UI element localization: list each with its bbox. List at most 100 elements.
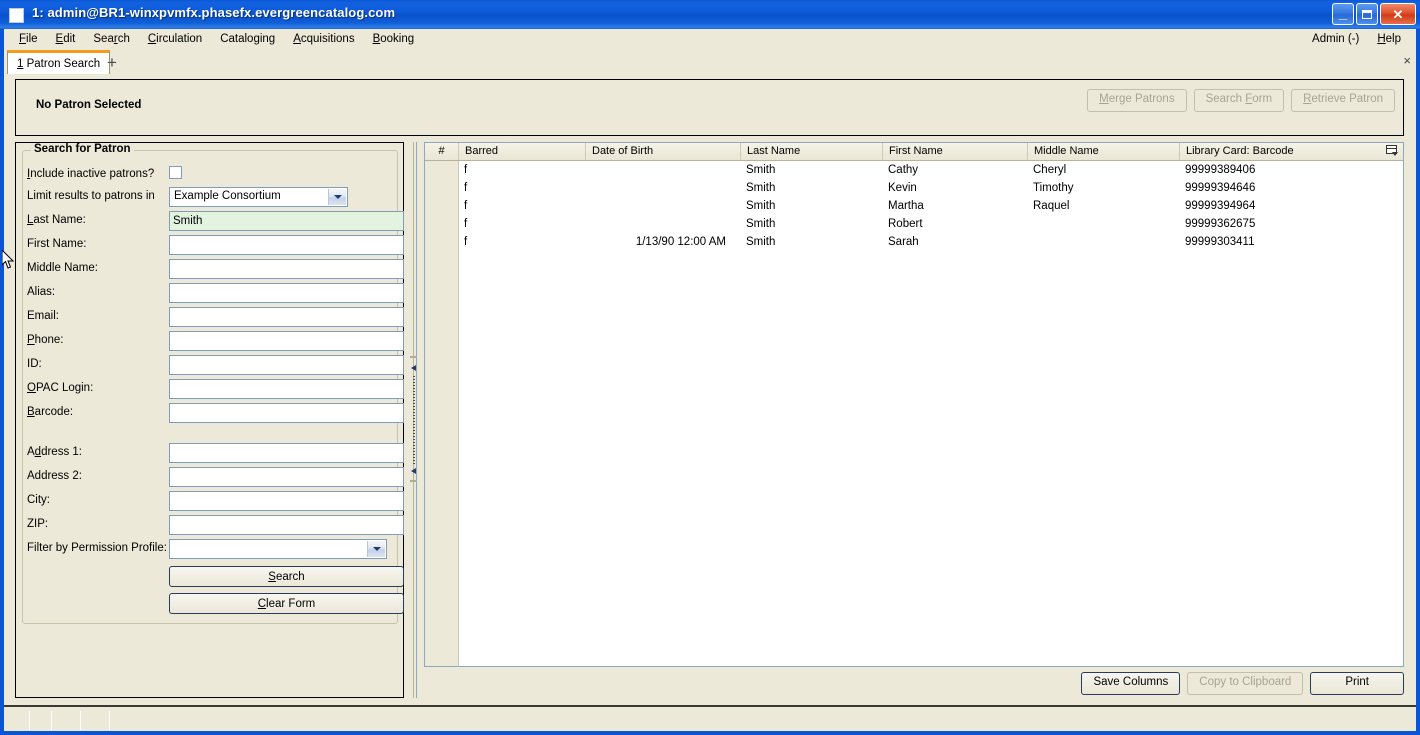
row-id: ID: xyxy=(16,355,404,377)
status-bar xyxy=(4,705,1416,731)
cell-last: Smith xyxy=(746,164,776,176)
cell-middle xyxy=(1027,233,1179,251)
phone-input[interactable] xyxy=(169,331,404,351)
cell-dob: 1/13/90 12:00 AM xyxy=(635,236,726,248)
search-button-label: Search xyxy=(268,570,305,583)
table-row[interactable]: 5f1/13/90 12:00 AMSmithSarah99999303411 xyxy=(425,233,1403,251)
tab-label: 1 Patron Search xyxy=(17,57,101,70)
results-grid-body: 1fSmithCathyCheryl999993894062fSmithKevi… xyxy=(425,161,1403,251)
close-button[interactable]: ✕ xyxy=(1380,3,1416,25)
permission-profile-select[interactable] xyxy=(169,539,387,559)
cell-last: Smith xyxy=(746,236,776,248)
cell-first: Robert xyxy=(888,218,923,230)
column-header-idx[interactable]: # xyxy=(425,143,458,160)
patron-status-label: No Patron Selected xyxy=(36,99,142,111)
last-name-label: Last Name: xyxy=(27,214,86,226)
collapse-left-icon[interactable] xyxy=(410,364,417,373)
row-address2: Address 2: xyxy=(16,467,404,489)
splitter-grip[interactable] xyxy=(413,376,415,466)
content-area: No Patron Selected Merge Patrons Search … xyxy=(4,74,1416,705)
menu-help[interactable]: Help xyxy=(1368,31,1410,48)
title-bar: 1: admin@BR1-winxpvmfx.phasefx.evergreen… xyxy=(0,0,1420,29)
menu-file[interactable]: File xyxy=(10,31,47,48)
column-header-barcode[interactable]: Library Card: Barcode xyxy=(1179,143,1384,160)
menu-admin[interactable]: Admin (-) xyxy=(1303,31,1368,48)
city-input[interactable] xyxy=(169,491,404,511)
last-name-input[interactable] xyxy=(169,211,404,231)
panel-splitter[interactable] xyxy=(408,142,421,698)
menu-circulation[interactable]: Circulation xyxy=(139,31,211,48)
splitter-tick-bottom xyxy=(410,480,417,482)
column-header-barred[interactable]: Barred xyxy=(458,143,585,160)
close-icon: ✕ xyxy=(1392,6,1404,22)
search-button[interactable]: Search xyxy=(169,566,404,587)
alias-input[interactable] xyxy=(169,283,404,303)
save-columns-button[interactable]: Save Columns xyxy=(1081,672,1181,695)
city-label: City: xyxy=(27,494,50,506)
address2-label: Address 2: xyxy=(27,470,82,482)
column-header-dob[interactable]: Date of Birth xyxy=(585,143,740,160)
row-middle-name: Middle Name: xyxy=(16,259,404,281)
menu-edit[interactable]: Edit xyxy=(47,31,85,48)
barcode-input[interactable] xyxy=(169,403,404,423)
app-icon xyxy=(9,8,24,23)
cell-barcode: 99999362675 xyxy=(1185,218,1256,230)
copy-to-clipboard-button[interactable]: Copy to Clipboard xyxy=(1187,672,1304,695)
menu-items: File Edit Search Circulation Cataloging … xyxy=(10,29,423,50)
merge-patrons-button[interactable]: Merge Patrons xyxy=(1087,89,1187,112)
column-header-last[interactable]: Last Name xyxy=(740,143,882,160)
cell-dob xyxy=(585,197,740,215)
table-row[interactable]: 4fSmithRobert99999362675 xyxy=(425,215,1403,233)
first-name-input[interactable] xyxy=(169,235,404,255)
id-input[interactable] xyxy=(169,355,404,375)
menu-right-items: Admin (-) Help xyxy=(1303,29,1410,50)
cell-last: Smith xyxy=(746,200,776,212)
table-row[interactable]: 2fSmithKevinTimothy99999394646 xyxy=(425,179,1403,197)
table-row[interactable]: 1fSmithCathyCheryl99999389406 xyxy=(425,161,1403,179)
clear-form-button-label: Clear Form xyxy=(257,597,316,610)
column-header-first[interactable]: First Name xyxy=(882,143,1027,160)
opac-login-input[interactable] xyxy=(169,379,404,399)
row-email: Email: xyxy=(16,307,404,329)
cell-barred: f xyxy=(464,218,468,230)
limit-results-select[interactable]: Example Consortium xyxy=(169,187,348,207)
close-tab-button[interactable]: × xyxy=(1403,54,1411,67)
column-picker-icon[interactable] xyxy=(1385,144,1400,158)
middle-name-input[interactable] xyxy=(169,259,404,279)
results-grid[interactable]: # Barred Date of Birth Last Name First Name M… xyxy=(424,142,1404,667)
email-input[interactable] xyxy=(169,307,404,327)
maximize-icon xyxy=(1357,4,1377,24)
cell-barred: f xyxy=(464,236,468,248)
clear-form-button[interactable]: Clear Form xyxy=(169,593,404,614)
cell-barred: f xyxy=(464,182,468,194)
menu-booking[interactable]: Booking xyxy=(364,31,424,48)
zip-input[interactable] xyxy=(169,515,404,535)
retrieve-patron-button[interactable]: Retrieve Patron xyxy=(1291,89,1395,112)
cell-first: Martha xyxy=(888,200,924,212)
cell-middle: Cheryl xyxy=(1033,164,1067,176)
menu-search[interactable]: Search xyxy=(84,31,138,48)
row-phone: Phone: xyxy=(16,331,404,353)
maximize-button[interactable] xyxy=(1356,3,1378,25)
patron-header-buttons: Merge Patrons Search Form Retrieve Patro… xyxy=(1087,89,1395,112)
patron-summary-header: No Patron Selected Merge Patrons Search … xyxy=(15,79,1404,136)
menu-cataloging[interactable]: Cataloging xyxy=(211,31,284,48)
application-window: 1: admin@BR1-winxpvmfx.phasefx.evergreen… xyxy=(0,0,1420,735)
search-form-button[interactable]: Search Form xyxy=(1193,89,1285,112)
cell-barcode: 99999303411 xyxy=(1185,236,1255,248)
column-header-middle[interactable]: Middle Name xyxy=(1027,143,1179,160)
minimize-button[interactable]: _ xyxy=(1332,3,1354,25)
new-tab-button[interactable]: + xyxy=(103,53,121,71)
tab-patron-search[interactable]: 1 Patron Search xyxy=(7,50,111,74)
menu-acquisitions[interactable]: Acquisitions xyxy=(284,31,363,48)
table-row[interactable]: 3fSmithMarthaRaquel99999394964 xyxy=(425,197,1403,215)
address2-input[interactable] xyxy=(169,467,404,487)
cell-dob xyxy=(585,215,740,233)
address1-input[interactable] xyxy=(169,443,404,463)
zip-label: ZIP: xyxy=(27,518,49,530)
include-inactive-checkbox[interactable] xyxy=(169,166,182,179)
collapse-left-icon-bottom[interactable] xyxy=(410,467,417,476)
print-button[interactable]: Print xyxy=(1310,672,1404,695)
status-cell-1 xyxy=(6,711,30,730)
cell-barred: f xyxy=(464,164,468,176)
